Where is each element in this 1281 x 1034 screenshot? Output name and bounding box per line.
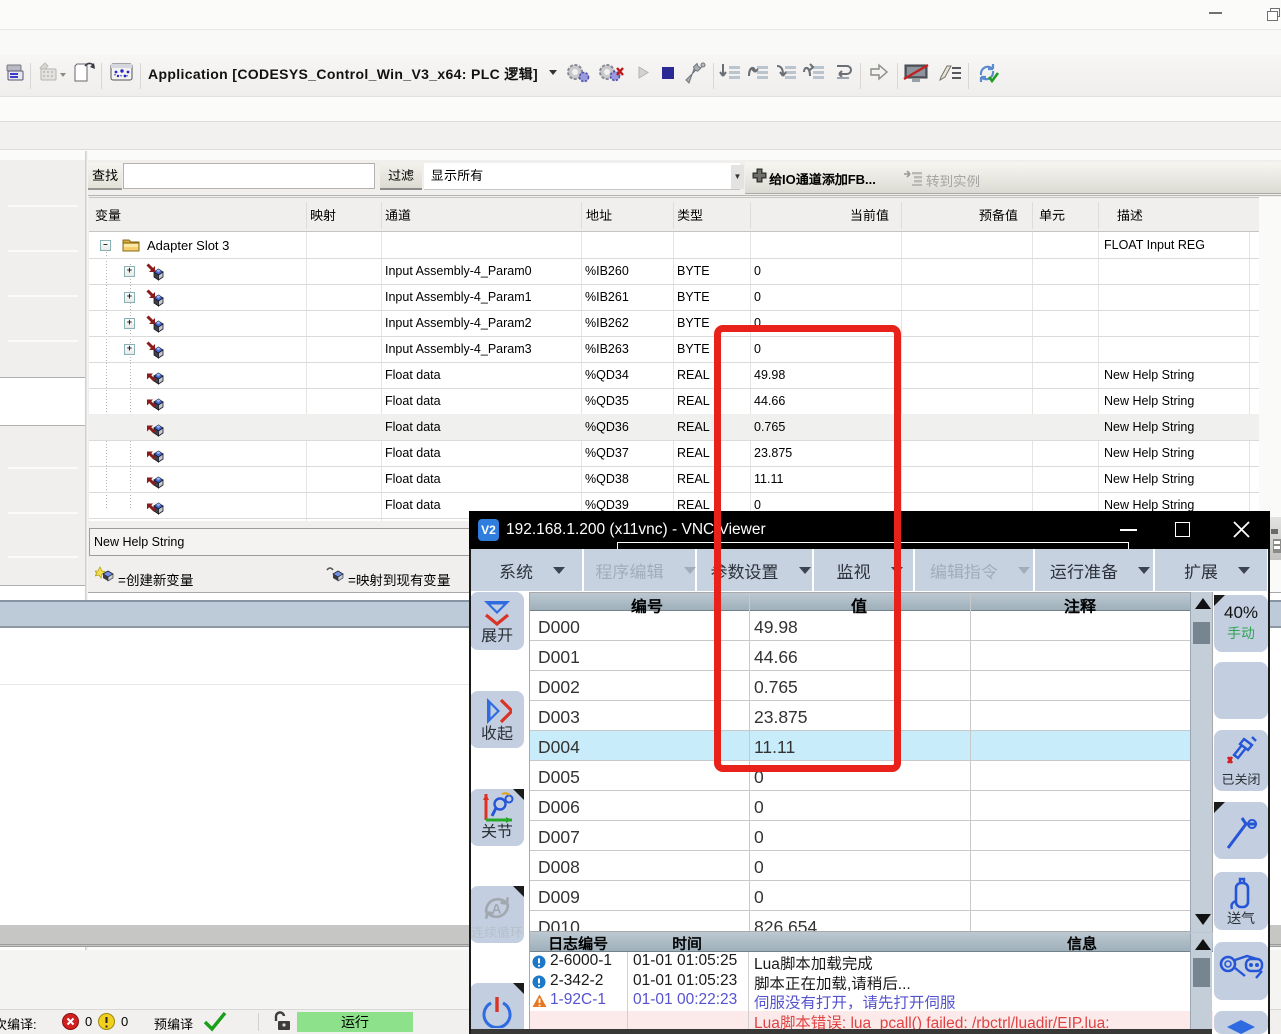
svg-text:A: A <box>492 901 502 916</box>
